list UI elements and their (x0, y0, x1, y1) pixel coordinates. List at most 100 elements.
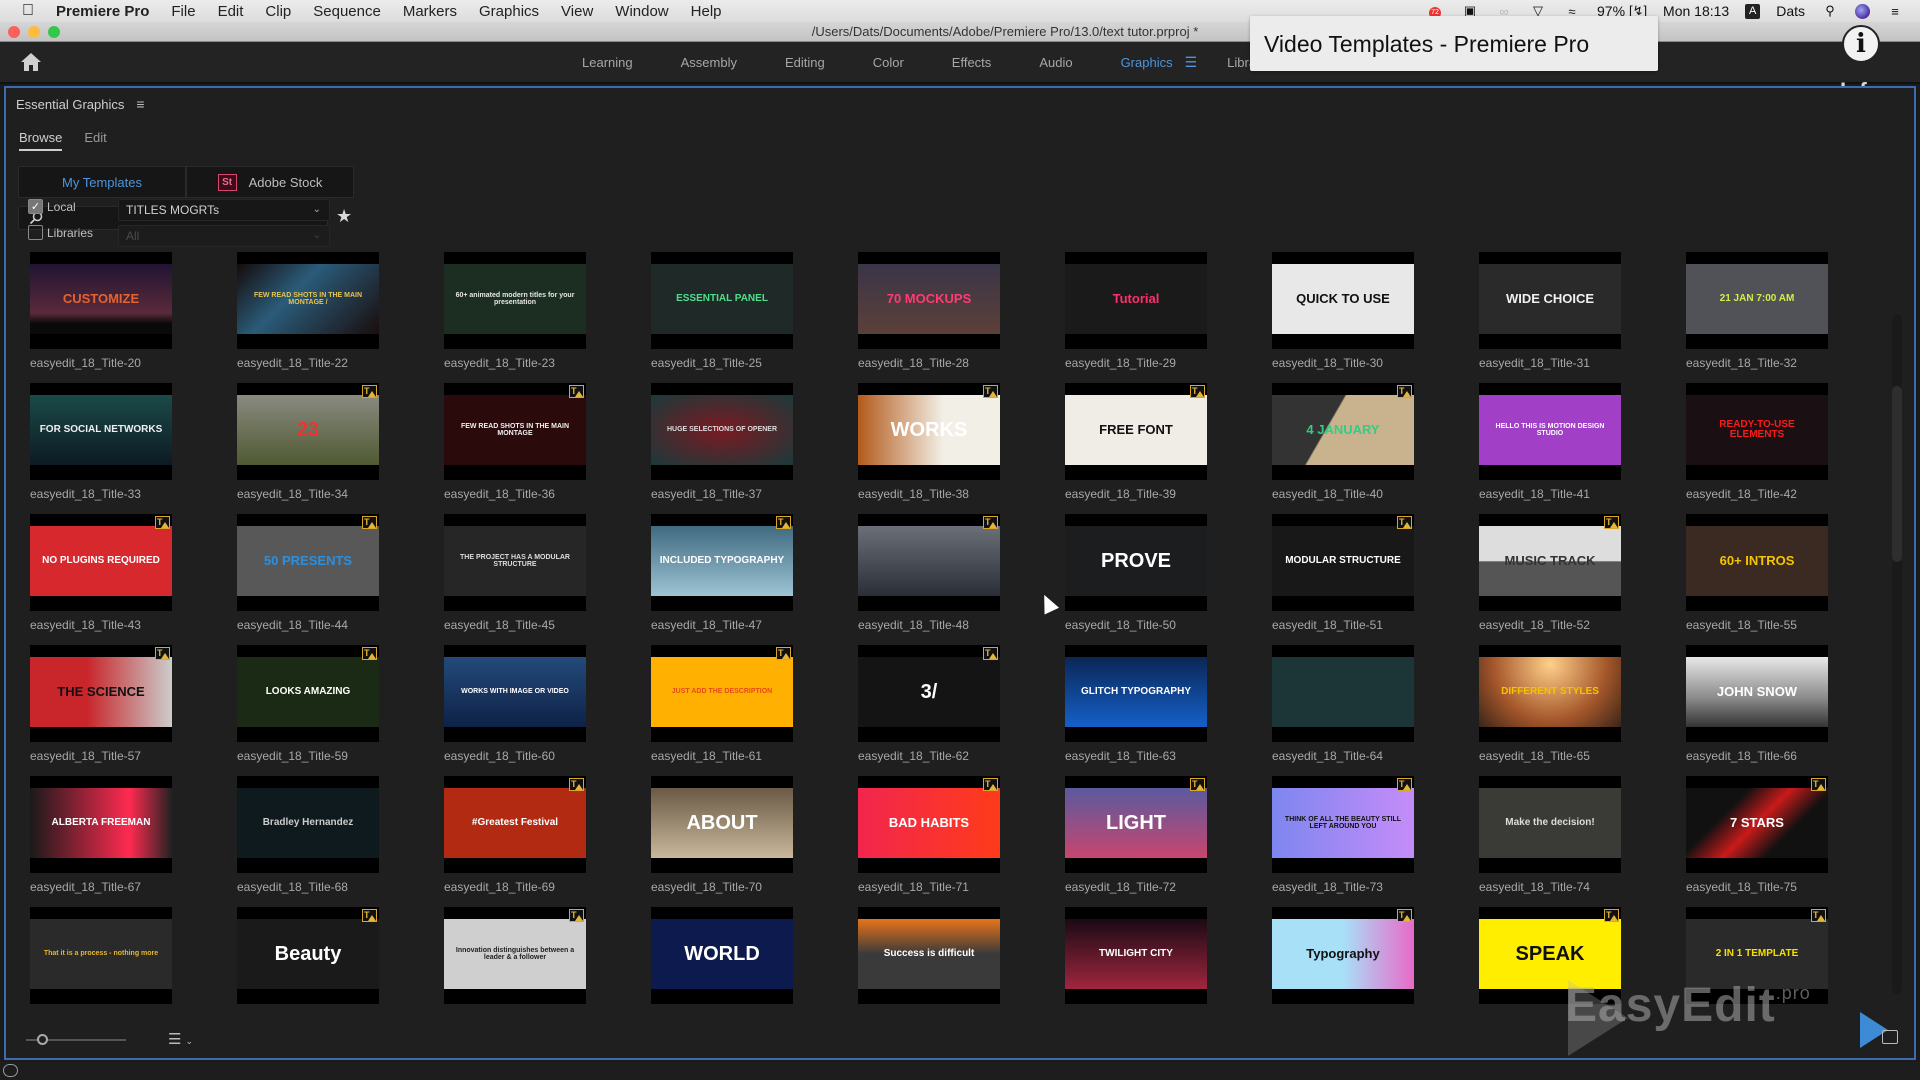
template-thumbnail[interactable]: THINK OF ALL THE BEAUTY STILL LEFT AROUN… (1272, 776, 1414, 873)
template-thumbnail[interactable]: CUSTOMIZE (30, 252, 172, 349)
workspace-tab-color[interactable]: Color (873, 55, 904, 70)
template-thumbnail[interactable]: 60+ animated modern titles for your pres… (444, 252, 586, 349)
info-icon[interactable]: i (1842, 25, 1880, 63)
local-folder-dropdown[interactable]: TITLES MOGRTs ⌄ (118, 199, 330, 221)
template-thumbnail[interactable]: LOOKS AMAZING T (237, 645, 379, 742)
template-thumbnail[interactable]: Success is difficult (858, 907, 1000, 1004)
slider-knob[interactable] (37, 1034, 48, 1045)
user-name[interactable]: Dats (1776, 3, 1805, 19)
menu-sequence[interactable]: Sequence (313, 3, 381, 20)
template-thumbnail[interactable]: 70 MOCKUPS (858, 252, 1000, 349)
siri-icon[interactable] (1855, 3, 1870, 19)
template-thumbnail[interactable]: WORLD (651, 907, 793, 1004)
menu-window[interactable]: Window (615, 3, 668, 20)
template-thumbnail[interactable]: 23 T (237, 383, 379, 480)
menu-help[interactable]: Help (691, 3, 722, 20)
template-thumbnail[interactable]: ABOUT (651, 776, 793, 873)
home-icon[interactable] (20, 52, 42, 72)
template-thumbnail[interactable]: #Greatest Festival T (444, 776, 586, 873)
menu-clip[interactable]: Clip (265, 3, 291, 20)
template-thumbnail[interactable]: 21 JAN 7:00 AM (1686, 252, 1828, 349)
template-thumbnail[interactable]: THE SCIENCE T (30, 645, 172, 742)
apple-icon[interactable]:  (22, 2, 42, 20)
workspace-tab-audio[interactable]: Audio (1039, 55, 1072, 70)
template-thumbnail[interactable]: 7 STARS T (1686, 776, 1828, 873)
template-thumbnail[interactable]: That it is a process - nothing more (30, 907, 172, 1004)
creative-cloud-sync-icon[interactable] (3, 1064, 18, 1077)
template-thumbnail[interactable]: WIDE CHOICE (1479, 252, 1621, 349)
template-thumbnail[interactable]: MUSIC TRACK T (1479, 514, 1621, 611)
menu-markers[interactable]: Markers (403, 3, 457, 20)
thumbnail-size-slider[interactable] (26, 1034, 126, 1045)
template-thumbnail[interactable]: NO PLUGINS REQUIRED T (30, 514, 172, 611)
template-thumbnail[interactable]: FOR SOCIAL NETWORKS (30, 383, 172, 480)
template-thumbnail[interactable]: WORKS WITH IMAGE OR VIDEO (444, 645, 586, 742)
template-thumbnail[interactable]: THE PROJECT HAS A MODULAR STRUCTURE (444, 514, 586, 611)
favorites-star-icon[interactable]: ★ (336, 206, 352, 227)
menu-view[interactable]: View (561, 3, 593, 20)
thumbnail-preview: DIFFERENT STYLES (1479, 657, 1621, 727)
menu-app-name[interactable]: Premiere Pro (56, 3, 149, 20)
template-thumbnail[interactable]: Typography T (1272, 907, 1414, 1004)
template-thumbnail[interactable]: Innovation distinguishes between a leade… (444, 907, 586, 1004)
template-thumbnail[interactable]: QUICK TO USE (1272, 252, 1414, 349)
template-thumbnail[interactable]: Make the decision! (1479, 776, 1621, 873)
template-thumbnail[interactable]: WORKS T (858, 383, 1000, 480)
tab-edit[interactable]: Edit (84, 130, 106, 151)
template-thumbnail[interactable]: LIGHT T (1065, 776, 1207, 873)
grid-scrollbar[interactable] (1892, 314, 1902, 994)
spotlight-search-icon[interactable]: ⚲ (1821, 3, 1839, 18)
template-thumbnail[interactable]: MODULAR STRUCTURE T (1272, 514, 1414, 611)
my-templates-button[interactable]: My Templates (18, 166, 186, 198)
tab-browse[interactable]: Browse (19, 130, 63, 151)
panel-menu-icon[interactable]: ≡ (136, 96, 144, 112)
template-thumbnail[interactable]: ESSENTIAL PANEL (651, 252, 793, 349)
adobe-stock-button[interactable]: St Adobe Stock (186, 166, 354, 198)
template-thumbnail[interactable]: DIFFERENT STYLES (1479, 645, 1621, 742)
template-thumbnail[interactable]: INCLUDED TYPOGRAPHY T (651, 514, 793, 611)
sort-button[interactable]: ☰ ⌄ (168, 1030, 193, 1048)
workspace-menu-icon[interactable]: ☰ (1185, 54, 1198, 71)
scrollbar-thumb[interactable] (1892, 386, 1902, 562)
notification-center-icon[interactable]: ≡ (1886, 4, 1904, 19)
template-thumbnail[interactable]: 3/T (858, 645, 1000, 742)
workspace-tab-assembly[interactable]: Assembly (681, 55, 737, 70)
template-thumbnail[interactable]: GLITCH TYPOGRAPHY (1065, 645, 1207, 742)
menu-edit[interactable]: Edit (218, 3, 244, 20)
template-thumbnail[interactable]: 60+ INTROS (1686, 514, 1828, 611)
template-thumbnail[interactable] (1272, 645, 1414, 742)
thumbnail-preview: READY-TO-USE ELEMENTS (1686, 395, 1828, 465)
template-thumbnail[interactable]: FREE FONT T (1065, 383, 1207, 480)
template-thumbnail[interactable]: 50 PRESENTS T (237, 514, 379, 611)
libraries-checkbox[interactable] (28, 225, 43, 240)
template-thumbnail[interactable]: T (858, 514, 1000, 611)
template-thumbnail[interactable]: HELLO THIS IS MOTION DESIGN STUDIO (1479, 383, 1621, 480)
template-thumbnail[interactable]: ALBERTA FREEMAN (30, 776, 172, 873)
workspace-tab-editing[interactable]: Editing (785, 55, 825, 70)
menu-file[interactable]: File (171, 3, 195, 20)
template-thumbnail[interactable]: JOHN SNOW (1686, 645, 1828, 742)
thumbnail-text: 21 JAN 7:00 AM (1719, 292, 1795, 304)
local-checkbox[interactable]: ✓ (28, 199, 43, 214)
template-thumbnail[interactable]: JUST ADD THE DESCRIPTION T (651, 645, 793, 742)
menu-graphics[interactable]: Graphics (479, 3, 539, 20)
thumbnail-text: THINK OF ALL THE BEAUTY STILL LEFT AROUN… (1284, 815, 1402, 830)
template-thumbnail[interactable]: HUGE SELECTIONS OF OPENER (651, 383, 793, 480)
clock[interactable]: Mon 18:13 (1663, 3, 1729, 19)
thumbnail-text: Typography (1306, 946, 1380, 962)
new-item-icon[interactable] (1882, 1030, 1898, 1044)
input-source-icon[interactable]: A (1745, 3, 1761, 19)
template-thumbnail[interactable]: TWILIGHT CITY (1065, 907, 1207, 1004)
template-thumbnail[interactable]: FEW READ SHOTS IN THE MAIN MONTAGE / (237, 252, 379, 349)
workspace-tab-effects[interactable]: Effects (952, 55, 992, 70)
workspace-tab-graphics[interactable]: Graphics (1121, 55, 1173, 70)
template-thumbnail[interactable]: Bradley Hernandez (237, 776, 379, 873)
template-thumbnail[interactable]: 4 JANUARY T (1272, 383, 1414, 480)
workspace-tab-learning[interactable]: Learning (582, 55, 633, 70)
template-thumbnail[interactable]: FEW READ SHOTS IN THE MAIN MONTAGE T (444, 383, 586, 480)
template-thumbnail[interactable]: READY-TO-USE ELEMENTS (1686, 383, 1828, 480)
template-thumbnail[interactable]: PROVE (1065, 514, 1207, 611)
template-thumbnail[interactable]: BAD HABITS T (858, 776, 1000, 873)
template-thumbnail[interactable]: Tutorial (1065, 252, 1207, 349)
template-thumbnail[interactable]: Beauty T (237, 907, 379, 1004)
